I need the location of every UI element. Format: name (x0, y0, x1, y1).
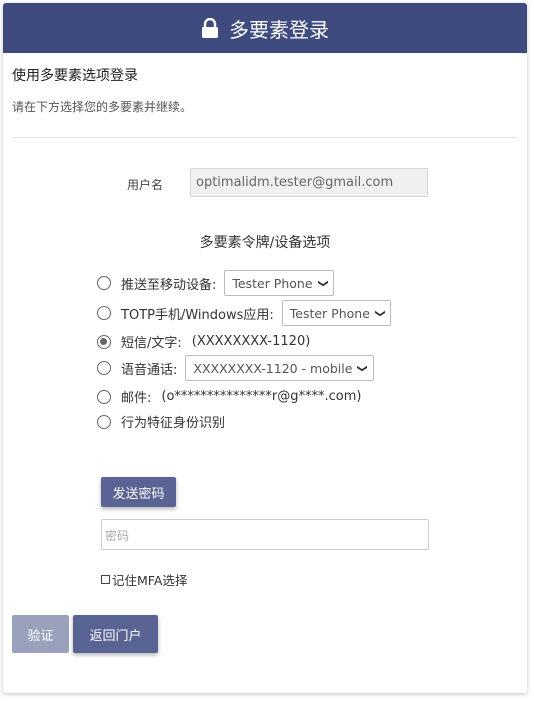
option-email-label: 邮件: (121, 391, 152, 406)
push-device-value: Tester Phone (232, 275, 313, 291)
option-behavioral-label: 行为特征身份识别 (121, 416, 226, 431)
option-voice[interactable]: 语音通话: XXXXXXXX-1120 - mobile ❯ (97, 355, 374, 381)
radio-sms[interactable] (97, 334, 111, 349)
mfa-login-card: 多要素登录 使用多要素选项登录 请在下方选择您的多要素并继续。 用户名 opti… (3, 3, 527, 693)
radio-push[interactable] (97, 276, 111, 290)
option-push-label: 推送至移动设备: (121, 277, 217, 293)
chevron-down-icon: ❯ (357, 363, 369, 373)
totp-device-value: Tester Phone (289, 305, 370, 321)
send-password-button[interactable]: 发送密码 (101, 477, 176, 507)
section-title: 使用多要素选项登录 (12, 68, 138, 84)
radio-totp[interactable] (97, 306, 111, 320)
section-description: 请在下方选择您的多要素并继续。 (12, 100, 193, 114)
radio-email[interactable] (97, 389, 111, 404)
lock-icon (202, 18, 218, 38)
chevron-down-icon: ❯ (374, 308, 386, 318)
radio-voice[interactable] (97, 361, 111, 375)
radio-behavioral[interactable] (97, 414, 111, 429)
remember-mfa-checkbox[interactable] (101, 575, 110, 584)
password-input[interactable]: 密码 (101, 519, 429, 550)
chevron-down-icon: ❯ (317, 278, 329, 288)
option-sms[interactable]: 短信/文字: (XXXXXXXX-1120) (97, 332, 310, 351)
option-totp[interactable]: TOTP手机/Windows应用: Tester Phone ❯ (97, 300, 392, 326)
username-label: 用户名 (127, 178, 164, 192)
option-push[interactable]: 推送至移动设备: Tester Phone ❯ (97, 270, 334, 296)
email-address: (o***************r@g****.com) (161, 389, 362, 404)
back-to-portal-button[interactable]: 返回门户 (73, 615, 158, 653)
sms-number: (XXXXXXXX-1120) (191, 334, 311, 349)
voice-number-value: XXXXXXXX-1120 - mobile (193, 360, 353, 376)
totp-device-select[interactable]: Tester Phone ❯ (281, 300, 392, 326)
voice-number-select[interactable]: XXXXXXXX-1120 - mobile ❯ (185, 355, 374, 381)
option-sms-label: 短信/文字: (121, 336, 182, 351)
page-title: 多要素登录 (229, 17, 329, 42)
username-field: optimalidm.tester@gmail.com (190, 168, 428, 197)
option-email[interactable]: 邮件: (o***************r@g****.com) (97, 387, 361, 406)
option-totp-label: TOTP手机/Windows应用: (121, 307, 274, 323)
option-voice-label: 语音通话: (121, 362, 178, 378)
options-title: 多要素令牌/设备选项 (199, 235, 331, 251)
header-bar: 多要素登录 (3, 3, 527, 53)
verify-button[interactable]: 验证 (12, 615, 69, 653)
remember-mfa-label: 记住MFA选择 (112, 573, 188, 588)
divider (12, 137, 518, 138)
push-device-select[interactable]: Tester Phone ❯ (224, 270, 334, 296)
option-behavioral[interactable]: 行为特征身份识别 (97, 412, 225, 431)
remember-mfa[interactable]: 记住MFA选择 (101, 570, 187, 589)
